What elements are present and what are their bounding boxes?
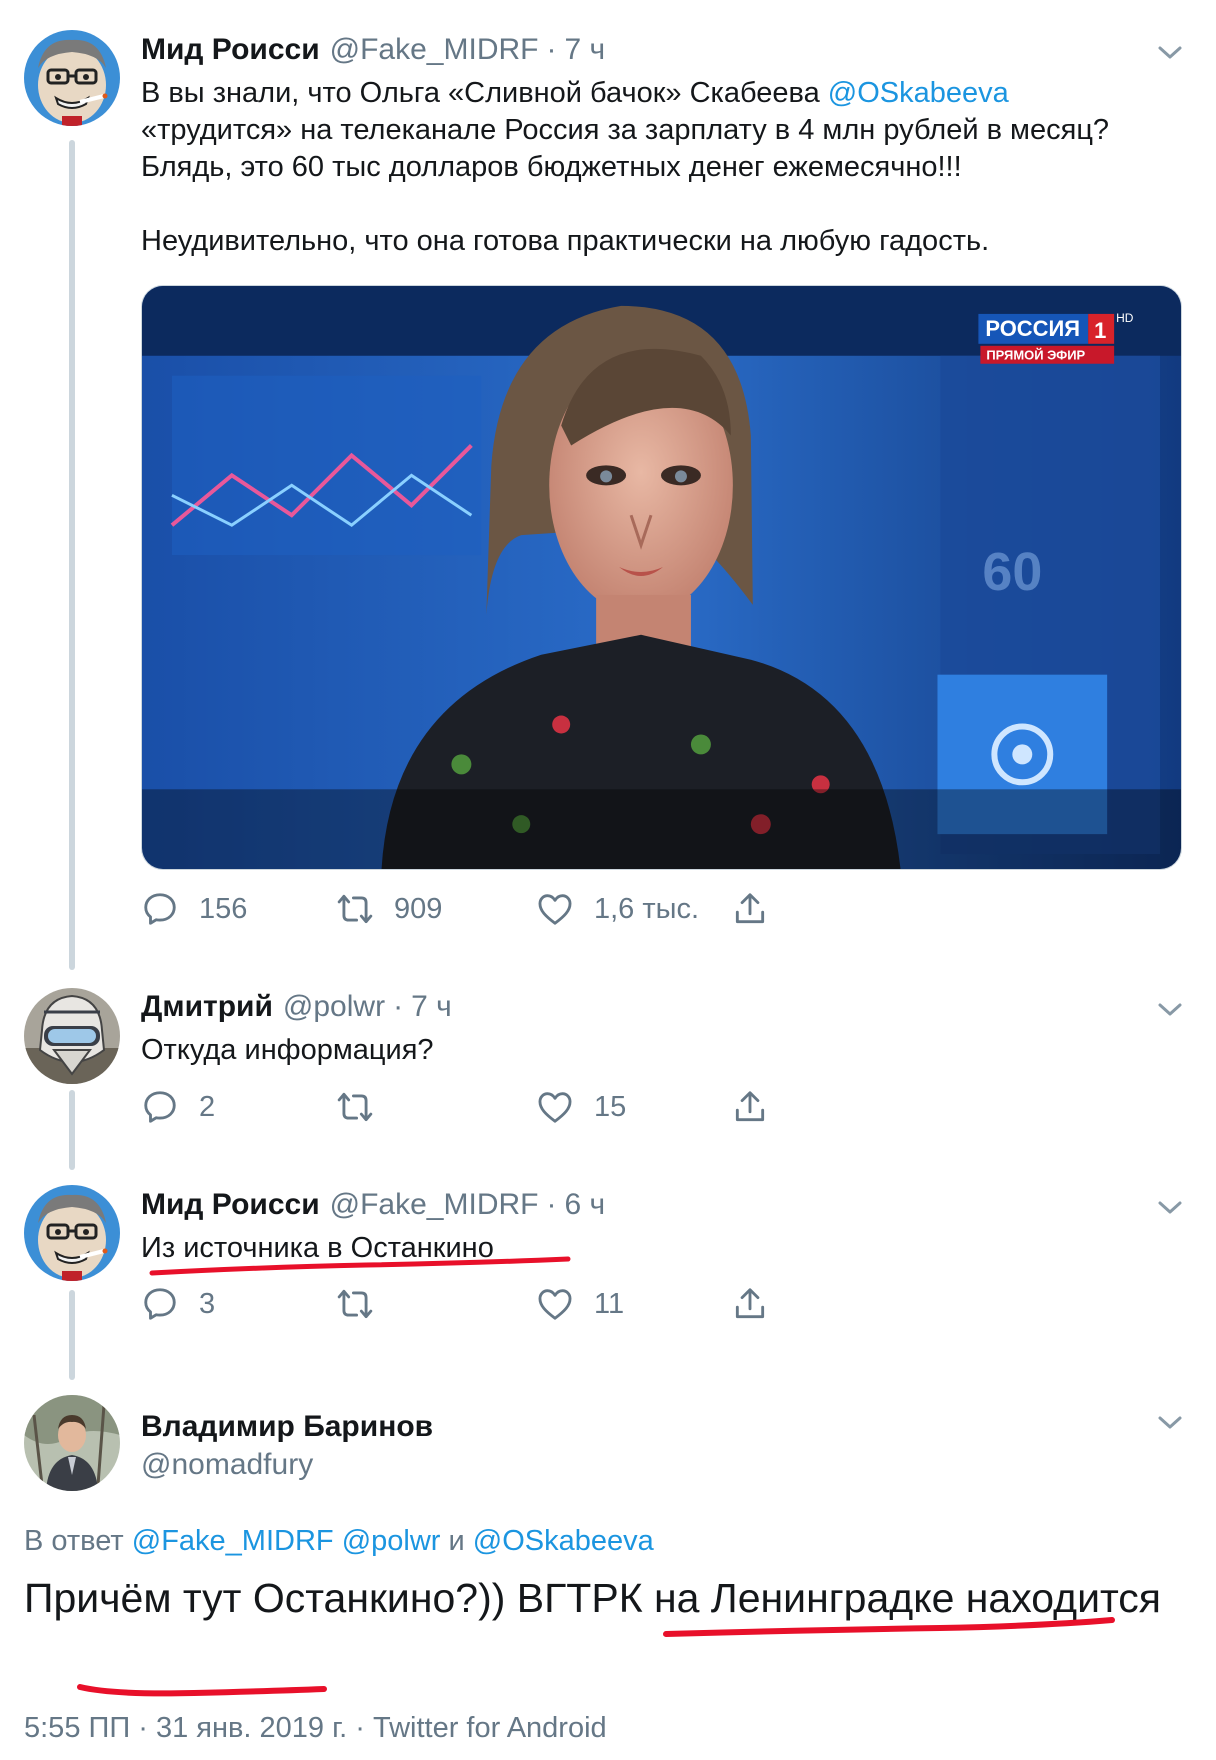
reply-icon [144, 1288, 176, 1320]
tweet-actions: 156 909 1,6 тыс. [141, 890, 781, 934]
avatar[interactable] [24, 1185, 120, 1281]
retweet-icon [337, 1092, 373, 1122]
thread-line-3 [69, 1290, 75, 1380]
channel-number: 1 [1094, 318, 1106, 343]
retweet-icon [337, 894, 373, 924]
red-underline-marker [77, 1684, 327, 1697]
author-name[interactable]: Владимир Баринов [141, 1410, 433, 1444]
share-button[interactable] [731, 1088, 789, 1126]
avatar[interactable] [24, 1395, 120, 1491]
thread-line-2 [69, 1090, 75, 1170]
reply-and: и [448, 1525, 465, 1557]
reply-icon [144, 1091, 176, 1123]
tweet-text-line: Неудивительно, что она готова практическ… [141, 225, 990, 257]
tweet-header: Мид Роисси @Fake_MIDRF · 6 ч [141, 1188, 605, 1222]
tweet-text-line: Блядь, это 60 тыс долларов бюджетных ден… [141, 151, 962, 183]
author-name[interactable]: Дмитрий [141, 990, 273, 1024]
tweet-meta[interactable]: 5:55 ПП · 31 янв. 2019 г. · Twitter for … [24, 1712, 607, 1745]
mention-link[interactable]: @polwr [342, 1525, 441, 1557]
live-label: ПРЯМОЙ ЭФИР [986, 348, 1085, 363]
tweet-time[interactable]: 6 ч [564, 1188, 605, 1222]
author-handle[interactable]: @Fake_MIDRF [330, 33, 539, 67]
tweet-text-line: «трудится» на телеканале Россия за зарпл… [141, 114, 1110, 146]
like-count: 1,6 тыс. [594, 892, 700, 925]
tweet-text: Откуда информация? [141, 1034, 434, 1066]
tweet-actions: 3 11 [141, 1285, 781, 1329]
thread-line-1 [69, 140, 75, 970]
author-handle[interactable]: @nomadfury [141, 1448, 313, 1482]
tweet-actions: 2 15 [141, 1088, 781, 1132]
author-handle[interactable]: @polwr [283, 990, 385, 1024]
tweet-header: Мид Роисси @Fake_MIDRF · 7 ч [141, 33, 605, 67]
tweet-text: Из источника в Останкино [141, 1232, 494, 1264]
reply-count: 156 [199, 892, 248, 925]
share-icon [735, 1091, 765, 1122]
retweet-count: 909 [394, 892, 443, 925]
like-count: 15 [594, 1090, 627, 1123]
chevron-down-icon[interactable] [1154, 997, 1186, 1021]
tweet-text-segment: В вы знали, что Ольга «Сливной бачок» Ск… [141, 77, 828, 109]
reply-count: 2 [199, 1090, 216, 1123]
avatar[interactable] [24, 988, 120, 1084]
like-count: 11 [594, 1287, 625, 1320]
chevron-down-icon[interactable] [1154, 40, 1186, 64]
mention-link[interactable]: @Fake_MIDRF [132, 1525, 334, 1557]
reply-icon [144, 893, 176, 925]
tweet-time[interactable]: 7 ч [564, 33, 605, 67]
retweet-button[interactable]: 909 [336, 890, 442, 928]
reply-button[interactable]: 156 [141, 890, 247, 928]
tweet-text: Причём тут Останкино?)) ВГТРК на Ленингр… [24, 1575, 1162, 1621]
chevron-down-icon[interactable] [1154, 1195, 1186, 1219]
reply-prefix: В ответ [24, 1525, 124, 1557]
tweet-text: В вы знали, что Ольга «Сливной бачок» Ск… [141, 75, 1109, 260]
reply-button[interactable]: 3 [141, 1285, 215, 1323]
separator-dot: · [546, 1188, 557, 1221]
author-name[interactable]: Мид Роисси [141, 1188, 320, 1222]
author-name[interactable]: Мид Роисси [141, 33, 320, 67]
share-button[interactable] [731, 890, 789, 928]
chevron-down-icon[interactable] [1154, 1410, 1186, 1434]
reply-count: 3 [199, 1287, 216, 1320]
channel-hd: HD [1116, 311, 1134, 325]
heart-icon [538, 1092, 572, 1123]
mention-link[interactable]: @OSkabeeva [828, 77, 1009, 109]
tweet-header: Дмитрий @polwr · 7 ч [141, 990, 452, 1024]
share-icon [735, 1288, 765, 1319]
heart-icon [538, 1289, 572, 1320]
like-button[interactable]: 11 [536, 1285, 624, 1323]
tweet-time[interactable]: 7 ч [411, 990, 452, 1024]
mention-link[interactable]: @OSkabeeva [473, 1525, 654, 1557]
like-button[interactable]: 1,6 тыс. [536, 890, 699, 928]
retweet-icon [337, 1289, 373, 1319]
retweet-button[interactable] [336, 1285, 394, 1323]
separator-dot: · [546, 33, 557, 66]
share-icon [735, 893, 765, 924]
reply-context: В ответ @Fake_MIDRF @polwr и @OSkabeeva [24, 1525, 654, 1558]
heart-icon [538, 894, 572, 925]
screen-number: 60 [982, 542, 1042, 602]
reply-button[interactable]: 2 [141, 1088, 215, 1126]
tweet-media-image[interactable]: 60 РОССИЯ 1 HD ПРЯМОЙ ЭФИР [141, 285, 1182, 870]
share-button[interactable] [731, 1285, 789, 1323]
tweet-text-line: В вы знали, что Ольга «Сливной бачок» Ск… [141, 75, 1109, 112]
like-button[interactable]: 15 [536, 1088, 626, 1126]
channel-logo-text: РОССИЯ [985, 316, 1080, 341]
author-handle[interactable]: @Fake_MIDRF [330, 1188, 539, 1222]
avatar[interactable] [24, 30, 120, 126]
retweet-button[interactable] [336, 1088, 394, 1126]
separator-dot: · [393, 990, 404, 1023]
